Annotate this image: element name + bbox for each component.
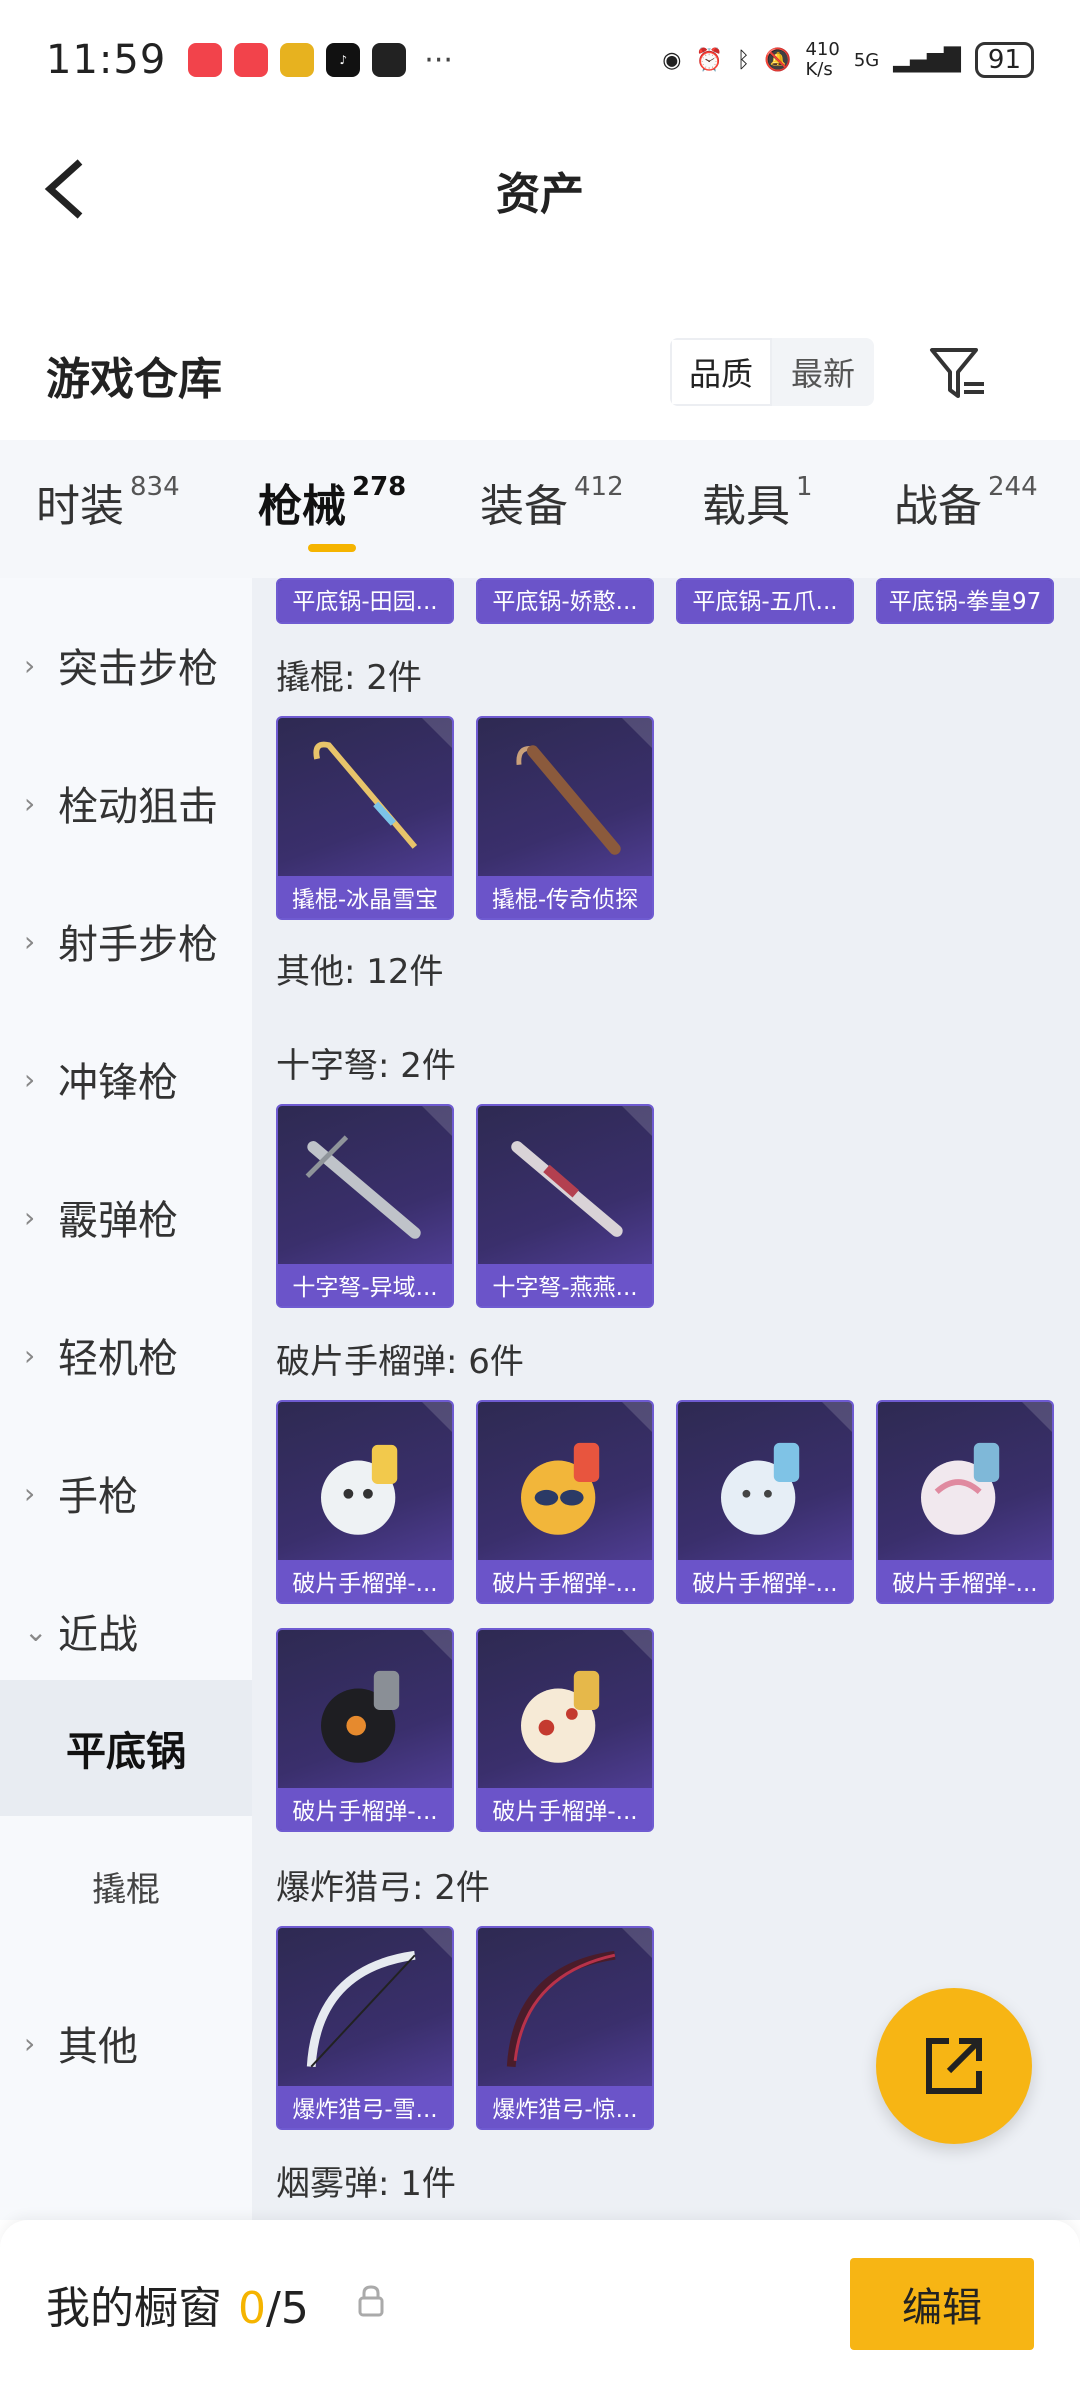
filter-icon[interactable] <box>928 344 988 404</box>
category-tabs: 时装 834 枪械 278 装备 412 载具 1 战备 244 <box>0 440 1080 578</box>
window-count-current: 0 <box>238 2283 266 2334</box>
section-title-other: 其他: 12件 <box>276 952 444 992</box>
mute-icon: 🔕 <box>764 47 792 73</box>
top-header: 资产 <box>0 120 1080 260</box>
weapon-category-sidebar: › 突击步枪 › 栓动狙击 › 射手步枪 › 冲锋枪 › 霰弹枪 › 轻机枪 › 手枪 ⌄ 近战… <box>0 578 252 2220</box>
window-count-total: /5 <box>266 2283 309 2334</box>
sort-toggle: 品质 最新 <box>670 338 874 406</box>
umbrella-crowbar-image <box>516 745 621 855</box>
shopping-app-icon-2 <box>234 43 269 77</box>
crossbow-image <box>511 1141 623 1237</box>
my-window: 我的橱窗 0 /5 <box>46 2272 309 2336</box>
chevron-right-icon: › <box>24 1200 36 1234</box>
item-card[interactable]: 爆炸猎弓-雪... <box>276 1926 454 2130</box>
crowbar-image <box>313 741 418 849</box>
nav-pistol[interactable]: › 手枪 <box>0 1448 252 1538</box>
chevron-right-icon: › <box>24 1476 36 1510</box>
grenade-image <box>521 1442 600 1535</box>
crossbow-image <box>305 1135 421 1239</box>
edit-button[interactable]: 编辑 <box>850 2258 1034 2350</box>
my-window-label: 我的橱窗 <box>46 2283 222 2334</box>
chevron-right-icon: › <box>24 786 36 820</box>
nav-lmg[interactable]: › 轻机枪 <box>0 1310 252 1400</box>
sort-newest-button[interactable]: 最新 <box>772 338 874 406</box>
item-card[interactable]: 破片手榴弹-... <box>476 1400 654 1604</box>
grenade-image <box>321 1670 400 1763</box>
tab-equipment[interactable]: 装备 412 <box>480 470 624 534</box>
item-card[interactable]: 平底锅-五爪... <box>676 578 854 624</box>
battery-indicator: 91 <box>974 42 1034 78</box>
soul-app-icon <box>372 43 407 77</box>
signal-bars-icon: ▂▄▆█ <box>893 47 961 73</box>
item-card[interactable]: 撬棍-传奇侦探 <box>476 716 654 920</box>
bow-image <box>506 1950 616 2067</box>
status-time: 11:59 <box>46 37 167 83</box>
chevron-right-icon: › <box>24 648 36 682</box>
bow-image <box>306 1950 416 2068</box>
tiktok-icon: ♪ <box>326 43 361 77</box>
share-button[interactable] <box>876 1988 1032 2144</box>
chevron-down-icon: ⌄ <box>24 1614 48 1648</box>
item-card[interactable]: 破片手榴弹-... <box>276 1628 454 1832</box>
item-card[interactable]: 十字弩-燕燕... <box>476 1104 654 1308</box>
item-card[interactable]: 撬棍-冰晶雪宝 <box>276 716 454 920</box>
tab-supplies[interactable]: 战备 244 <box>894 470 1038 534</box>
grenade-image <box>921 1442 1000 1535</box>
item-card[interactable]: 平底锅-田园... <box>276 578 454 624</box>
nav-shotgun[interactable]: › 霰弹枪 <box>0 1172 252 1262</box>
network-speed: 410 K/s <box>805 39 840 80</box>
signal-type: 5G <box>853 49 880 71</box>
sort-quality-button[interactable]: 品质 <box>670 338 772 406</box>
item-card[interactable]: 破片手榴弹-... <box>276 1400 454 1604</box>
section-title-crossbow: 十字弩: 2件 <box>276 1046 456 1086</box>
tab-fashion[interactable]: 时装 834 <box>36 470 180 534</box>
grenade-image <box>721 1442 800 1535</box>
warehouse-title: 游戏仓库 <box>46 354 222 405</box>
more-notifications-icon: ··· <box>424 42 453 78</box>
nav-assault-rifle[interactable]: › 突击步枪 <box>0 620 252 710</box>
grenade-image <box>521 1670 600 1763</box>
item-card[interactable]: 平底锅-娇憨... <box>476 578 654 624</box>
tab-vehicles[interactable]: 载具 1 <box>702 470 813 534</box>
alarm-icon: ⏰ <box>695 47 723 73</box>
page-title: 资产 <box>496 169 584 220</box>
item-card[interactable]: 破片手榴弹-... <box>876 1400 1054 1604</box>
chevron-right-icon: › <box>24 1338 36 1372</box>
nav-smg[interactable]: › 冲锋枪 <box>0 1034 252 1124</box>
item-card[interactable]: 平底锅-拳皇97 <box>876 578 1054 624</box>
nav-other[interactable]: › 其他 <box>0 1998 252 2088</box>
chevron-right-icon: › <box>24 2026 36 2060</box>
bluetooth-icon: ᛒ <box>736 47 751 73</box>
notification-icons: ♪ <box>188 43 407 77</box>
item-card[interactable]: 爆炸猎弓-惊... <box>476 1926 654 2130</box>
target-app-icon <box>280 43 315 77</box>
section-title-smoke: 烟雾弹: 1件 <box>276 2164 456 2204</box>
active-tab-indicator <box>308 544 356 552</box>
tab-guns[interactable]: 枪械 278 <box>258 470 406 534</box>
back-arrow-icon[interactable] <box>40 154 100 224</box>
share-external-icon <box>926 2038 982 2094</box>
warehouse-header: 游戏仓库 品质 最新 <box>0 320 1080 430</box>
nav-sub-pan[interactable]: 平底锅 <box>0 1680 252 1816</box>
nav-marksman-rifle[interactable]: › 射手步枪 <box>0 896 252 986</box>
nav-melee[interactable]: ⌄ 近战 <box>0 1586 252 1676</box>
eye-icon: ◉ <box>662 47 682 73</box>
grenade-image <box>321 1444 398 1535</box>
nav-sub-crowbar[interactable]: 撬棍 <box>0 1836 252 1936</box>
item-card[interactable]: 破片手榴弹-... <box>476 1628 654 1832</box>
shopping-app-icon <box>188 43 223 77</box>
status-bar: 11:59 ♪ ··· ◉ ⏰ ᛒ 🔕 410 K/s 5G ▂▄▆█ 91 <box>0 0 1080 120</box>
item-grid: 平底锅-田园... 平底锅-娇憨... 平底锅-五爪... 平底锅-拳皇97 撬… <box>252 578 1080 2220</box>
section-title-bow: 爆炸猎弓: 2件 <box>276 1868 490 1908</box>
section-title-crowbar: 撬棍: 2件 <box>276 658 422 698</box>
section-title-grenade: 破片手榴弹: 6件 <box>276 1342 524 1382</box>
bottom-bar: 我的橱窗 0 /5 编辑 <box>0 2220 1080 2382</box>
chevron-right-icon: › <box>24 924 36 958</box>
item-card[interactable]: 破片手榴弹-... <box>676 1400 854 1604</box>
chevron-right-icon: › <box>24 1062 36 1096</box>
item-card[interactable]: 十字弩-异域... <box>276 1104 454 1308</box>
nav-bolt-sniper[interactable]: › 栓动狙击 <box>0 758 252 848</box>
lock-icon <box>358 2285 384 2317</box>
